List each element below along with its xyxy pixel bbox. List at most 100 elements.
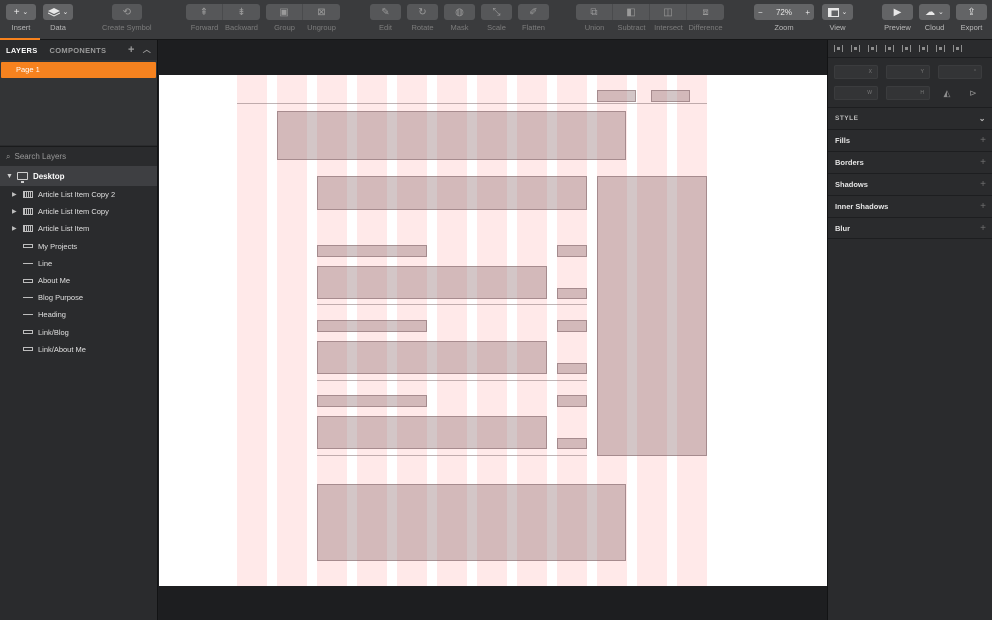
preview-button[interactable]: ▶ Preview <box>882 4 913 32</box>
header-line[interactable] <box>237 103 707 104</box>
article-divider[interactable] <box>317 380 587 381</box>
align-center-icon[interactable] <box>851 45 860 52</box>
article-link[interactable] <box>557 363 587 374</box>
export-button[interactable]: ⇪ Export <box>956 4 987 32</box>
fills-section[interactable]: Fills + <box>828 129 992 151</box>
collapse-pages-button[interactable]: ︿ <box>143 44 151 56</box>
insert-button[interactable]: + ⌄ Insert <box>6 4 36 32</box>
align-bottom-icon[interactable] <box>919 45 928 52</box>
ungroup-button[interactable]: ⊠ Ungroup <box>303 4 340 32</box>
cloud-button[interactable]: ☁ ⌄ Cloud <box>919 4 950 32</box>
article-excerpt[interactable] <box>317 341 547 374</box>
layer-item[interactable]: ▶ Article List Item <box>0 220 157 237</box>
disclosure-closed-icon[interactable]: ▶ <box>12 191 22 198</box>
layer-item[interactable]: Link/Blog <box>0 324 157 341</box>
rotation-field[interactable]: ° <box>938 65 982 79</box>
my-projects-block[interactable] <box>317 484 626 561</box>
blog-purpose-block[interactable] <box>317 176 587 210</box>
layer-item[interactable]: ▶ Article List Item Copy <box>0 203 157 220</box>
add-blur-button[interactable]: + <box>980 223 986 234</box>
align-top-icon[interactable] <box>885 45 894 52</box>
y-field[interactable]: Y <box>886 65 930 79</box>
nav-link-about-me[interactable] <box>651 90 690 102</box>
flip-vertical-icon[interactable]: ⊳ <box>964 86 982 100</box>
group-button[interactable]: ▣ Group <box>266 4 303 32</box>
difference-button[interactable]: ⧈ Difference <box>687 4 724 32</box>
chevron-down-icon[interactable]: ⌄ <box>979 114 986 123</box>
article-title[interactable] <box>317 245 427 257</box>
layer-item[interactable]: Line <box>0 255 157 272</box>
add-page-button[interactable]: + <box>128 44 135 56</box>
backward-button[interactable]: ⇟ Backward <box>223 4 260 32</box>
union-button[interactable]: ⧉ Union <box>576 4 613 32</box>
add-inner-shadow-button[interactable]: + <box>980 201 986 212</box>
add-border-button[interactable]: + <box>980 157 986 168</box>
difference-icon: ⧈ <box>687 4 724 20</box>
article-excerpt[interactable] <box>317 416 547 449</box>
nav-link-blog[interactable] <box>597 90 636 102</box>
article-title[interactable] <box>317 395 427 407</box>
article-date[interactable] <box>557 395 587 407</box>
article-divider[interactable] <box>317 304 587 305</box>
forward-button[interactable]: ⇞ Forward <box>186 4 223 32</box>
zoom-in-button[interactable]: + <box>805 8 810 17</box>
page-item[interactable]: Page 1 <box>1 62 156 78</box>
layer-item[interactable]: My Projects <box>0 238 157 255</box>
intersect-icon: ◫ <box>650 4 687 20</box>
rotate-button[interactable]: ↻ Rotate <box>407 4 438 32</box>
flip-horizontal-icon[interactable]: ◭ <box>938 86 956 100</box>
add-shadow-button[interactable]: + <box>980 179 986 190</box>
zoom-value: 72% <box>775 7 792 17</box>
scale-button[interactable]: ⤡ Scale <box>481 4 512 32</box>
layer-item[interactable]: Link/About Me <box>0 341 157 358</box>
distribute-vertical-icon[interactable] <box>953 45 962 52</box>
layer-item[interactable]: ▶ Article List Item Copy 2 <box>0 186 157 203</box>
intersect-button[interactable]: ◫ Intersect <box>650 4 687 32</box>
tab-components[interactable]: COMPONENTS <box>50 46 107 55</box>
mask-button[interactable]: ◍ Mask <box>444 4 475 32</box>
article-date[interactable] <box>557 245 587 257</box>
union-icon: ⧉ <box>576 4 613 20</box>
blur-section[interactable]: Blur + <box>828 217 992 239</box>
disclosure-closed-icon[interactable]: ▶ <box>12 208 22 215</box>
flatten-button[interactable]: ✐ Flatten <box>518 4 549 32</box>
disclosure-closed-icon[interactable]: ▶ <box>12 225 22 232</box>
layer-item[interactable]: Blog Purpose <box>0 289 157 306</box>
x-field[interactable]: X <box>834 65 878 79</box>
about-me-block[interactable] <box>597 176 707 456</box>
article-link[interactable] <box>557 288 587 299</box>
article-link[interactable] <box>557 438 587 449</box>
width-field[interactable]: W <box>834 86 878 100</box>
article-divider[interactable] <box>317 455 587 456</box>
article-title[interactable] <box>317 320 427 332</box>
align-middle-icon[interactable] <box>902 45 911 52</box>
disclosure-open-icon[interactable]: ▼ <box>6 173 13 180</box>
zoom-out-button[interactable]: − <box>758 8 763 17</box>
subtract-button[interactable]: ◧ Subtract <box>613 4 650 32</box>
layer-label: Link/About Me <box>38 344 86 354</box>
artboard-layer[interactable]: ▼ Desktop <box>0 166 157 186</box>
align-left-icon[interactable] <box>834 45 843 52</box>
align-right-icon[interactable] <box>868 45 877 52</box>
inner-shadows-section[interactable]: Inner Shadows + <box>828 195 992 217</box>
layer-item[interactable]: Heading <box>0 306 157 323</box>
borders-section[interactable]: Borders + <box>828 151 992 173</box>
article-date[interactable] <box>557 320 587 332</box>
search-input[interactable]: Search Layers <box>14 152 66 161</box>
distribute-horizontal-icon[interactable] <box>936 45 945 52</box>
shadows-section[interactable]: Shadows + <box>828 173 992 195</box>
style-header[interactable]: STYLE ⌄ <box>828 107 992 129</box>
create-symbol-button[interactable]: ⟲ Create Symbol <box>102 4 152 32</box>
artboard-desktop[interactable] <box>159 75 827 586</box>
edit-button[interactable]: ✎ Edit <box>370 4 401 32</box>
add-fill-button[interactable]: + <box>980 135 986 146</box>
canvas[interactable] <box>159 40 827 620</box>
layer-item[interactable]: About Me <box>0 272 157 289</box>
heading-block[interactable] <box>277 111 626 160</box>
view-button[interactable]: ⌄ View <box>822 4 853 32</box>
search-layers[interactable]: ⌕ Search Layers <box>0 146 157 166</box>
data-button[interactable]: ⌄ Data <box>43 4 73 32</box>
height-field[interactable]: H <box>886 86 930 100</box>
tab-layers[interactable]: LAYERS <box>6 46 38 55</box>
article-excerpt[interactable] <box>317 266 547 299</box>
